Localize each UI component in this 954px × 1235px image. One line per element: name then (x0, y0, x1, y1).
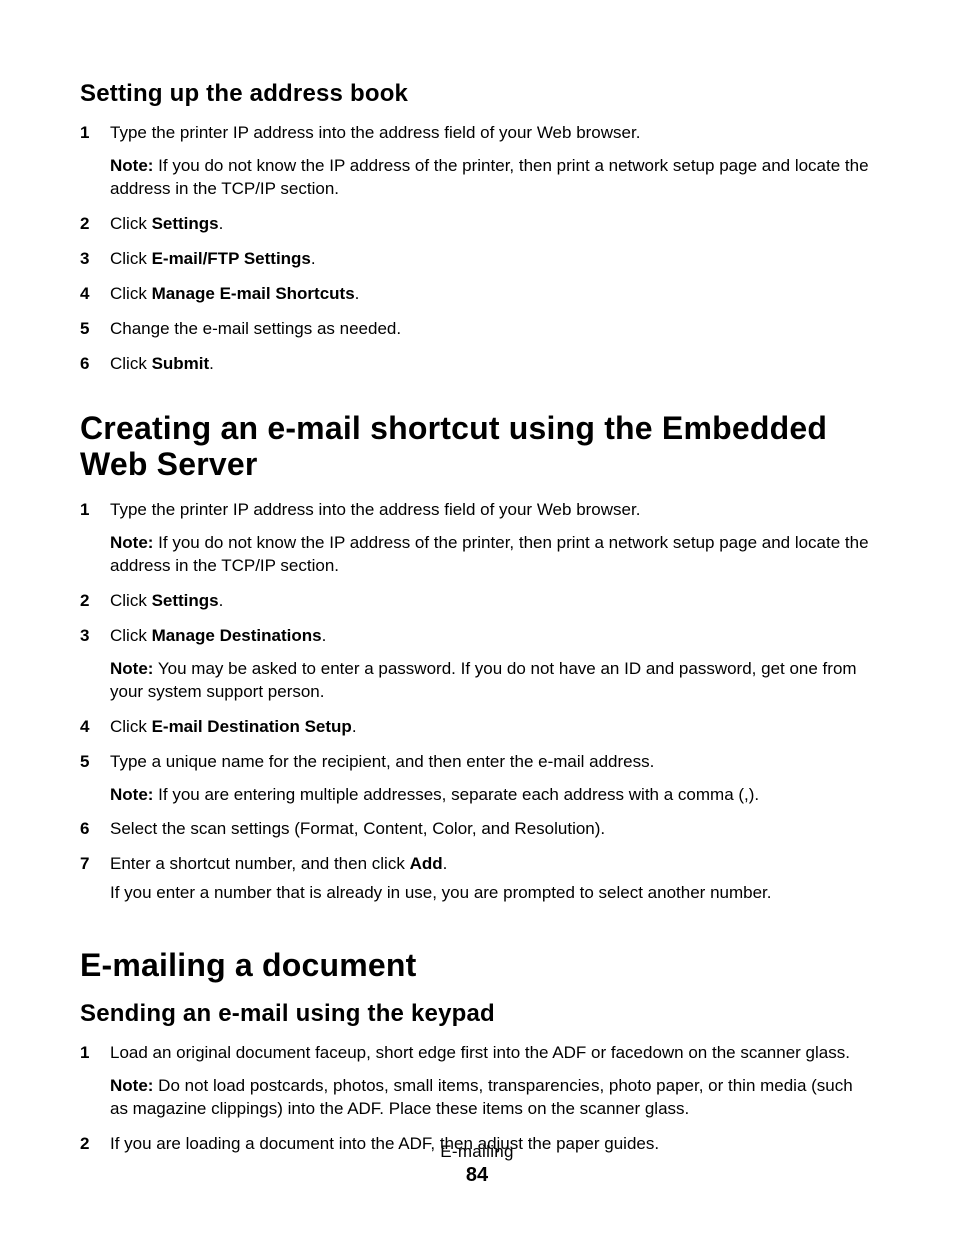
step: 1 Type the printer IP address into the a… (80, 499, 874, 578)
note-label: Note: (110, 785, 153, 804)
footer-title: E-mailing (0, 1142, 954, 1162)
heading-setting-up-address-book: Setting up the address book (80, 80, 874, 108)
step-number: 7 (80, 853, 89, 876)
step: 6 Select the scan settings (Format, Cont… (80, 818, 874, 841)
step-text: Click Manage Destinations. (110, 626, 326, 645)
note: Note: You may be asked to enter a passwo… (110, 658, 874, 704)
step-text: Load an original document faceup, short … (110, 1043, 850, 1062)
note-text: You may be asked to enter a password. If… (110, 659, 857, 701)
step-number: 3 (80, 625, 89, 648)
step: 1 Load an original document faceup, shor… (80, 1042, 874, 1121)
steps-s1: 1 Type the printer IP address into the a… (80, 122, 874, 376)
page-number: 84 (0, 1164, 954, 1187)
step-subtext: If you enter a number that is already in… (110, 882, 874, 905)
step-number: 6 (80, 818, 89, 841)
step-text: Click Submit. (110, 354, 214, 373)
step: 1 Type the printer IP address into the a… (80, 122, 874, 201)
step-text: Change the e-mail settings as needed. (110, 319, 401, 338)
step-text: Enter a shortcut number, and then click … (110, 854, 447, 873)
step-number: 1 (80, 1042, 89, 1065)
step: 2 Click Settings. (80, 590, 874, 613)
step: 4 Click E-mail Destination Setup. (80, 716, 874, 739)
step-number: 1 (80, 499, 89, 522)
steps-s2: 1 Type the printer IP address into the a… (80, 499, 874, 905)
step-number: 1 (80, 122, 89, 145)
step-number: 2 (80, 213, 89, 236)
note-label: Note: (110, 659, 153, 678)
step: 4 Click Manage E-mail Shortcuts. (80, 283, 874, 306)
heading-emailing-a-document: E-mailing a document (80, 947, 874, 984)
step-text: Click E-mail Destination Setup. (110, 717, 357, 736)
step-number: 4 (80, 283, 89, 306)
step: 2 Click Settings. (80, 213, 874, 236)
note-text: If you do not know the IP address of the… (110, 533, 869, 575)
note-text: Do not load postcards, photos, small ite… (110, 1076, 853, 1118)
step: 5 Change the e-mail settings as needed. (80, 318, 874, 341)
step-text: Click Settings. (110, 214, 223, 233)
step-text: Type the printer IP address into the add… (110, 500, 640, 519)
steps-s3: 1 Load an original document faceup, shor… (80, 1042, 874, 1156)
step-text: Click E-mail/FTP Settings. (110, 249, 316, 268)
note-text: If you do not know the IP address of the… (110, 156, 869, 198)
step: 5 Type a unique name for the recipient, … (80, 751, 874, 807)
note-text: If you are entering multiple addresses, … (153, 785, 759, 804)
step-number: 5 (80, 318, 89, 341)
note-label: Note: (110, 156, 153, 175)
page-footer: E-mailing 84 (0, 1142, 954, 1187)
note: Note: If you do not know the IP address … (110, 155, 874, 201)
step: 3 Click E-mail/FTP Settings. (80, 248, 874, 271)
step-text: Click Settings. (110, 591, 223, 610)
step-text: Type the printer IP address into the add… (110, 123, 640, 142)
note: Note: If you are entering multiple addre… (110, 784, 874, 807)
heading-creating-email-shortcut: Creating an e-mail shortcut using the Em… (80, 410, 874, 484)
step-text: Type a unique name for the recipient, an… (110, 752, 654, 771)
step-number: 5 (80, 751, 89, 774)
step-number: 3 (80, 248, 89, 271)
note: Note: Do not load postcards, photos, sma… (110, 1075, 874, 1121)
note: Note: If you do not know the IP address … (110, 532, 874, 578)
step-number: 4 (80, 716, 89, 739)
step: 6 Click Submit. (80, 353, 874, 376)
note-label: Note: (110, 1076, 153, 1095)
step-text: Select the scan settings (Format, Conten… (110, 819, 605, 838)
step: 7 Enter a shortcut number, and then clic… (80, 853, 874, 905)
note-label: Note: (110, 533, 153, 552)
step-text: Click Manage E-mail Shortcuts. (110, 284, 359, 303)
step: 3 Click Manage Destinations. Note: You m… (80, 625, 874, 704)
step-number: 2 (80, 590, 89, 613)
heading-sending-email-keypad: Sending an e-mail using the keypad (80, 1000, 874, 1028)
document-page: Setting up the address book 1 Type the p… (0, 0, 954, 1235)
step-number: 6 (80, 353, 89, 376)
